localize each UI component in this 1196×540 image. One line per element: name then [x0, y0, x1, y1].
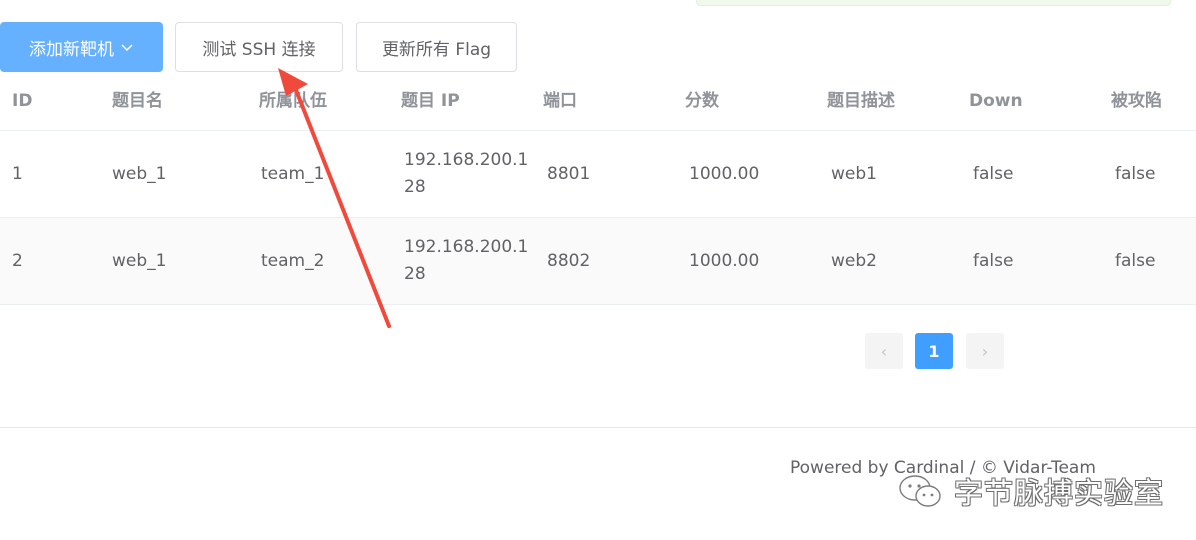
- column-header-ip: 题目 IP: [401, 91, 460, 111]
- cell-ip: 192.168.200.128: [404, 237, 529, 284]
- column-header-team: 所属队伍: [259, 91, 327, 111]
- cell-name: web_1: [112, 164, 167, 184]
- cell-description: web2: [831, 251, 877, 271]
- chevron-right-icon: ›: [981, 341, 989, 361]
- success-alert: [696, 0, 1171, 6]
- pagination-prev-button[interactable]: ‹: [865, 333, 903, 369]
- cell-attacked: false: [1115, 251, 1156, 271]
- cell-id: 1: [12, 164, 23, 184]
- pagination-next-button[interactable]: ›: [966, 333, 1004, 369]
- cell-ip: 192.168.200.128: [404, 150, 529, 197]
- pagination-page-button[interactable]: 1: [915, 333, 953, 369]
- cell-description: web1: [831, 164, 877, 184]
- column-header-description: 题目描述: [827, 91, 895, 111]
- table-row[interactable]: 2 web_1 team_2 192.168.200.128 8802 1000…: [0, 218, 1196, 305]
- cell-score: 1000.00: [689, 251, 760, 271]
- column-header-down: Down: [969, 91, 1023, 111]
- cell-id: 2: [12, 251, 23, 271]
- cell-attacked: false: [1115, 164, 1156, 184]
- cell-port: 8801: [547, 164, 591, 184]
- table-header: ID 题目名 所属队伍 题目 IP 端口 分数 题目描述 Down 被攻陷: [0, 72, 1196, 131]
- chevron-left-icon: ‹: [880, 341, 888, 361]
- wechat-icon: [899, 475, 941, 507]
- cell-name: web_1: [112, 251, 167, 271]
- cell-down: false: [973, 251, 1014, 271]
- column-header-port: 端口: [543, 91, 577, 111]
- cell-score: 1000.00: [689, 164, 760, 184]
- targets-table: ID 题目名 所属队伍 题目 IP 端口 分数 题目描述 Down 被攻陷 1 …: [0, 72, 1196, 305]
- footer-divider: [0, 427, 1196, 428]
- chevron-down-icon: [121, 44, 133, 52]
- column-header-id: ID: [12, 91, 33, 111]
- column-header-score: 分数: [685, 91, 719, 111]
- add-target-dropdown-button[interactable]: 添加新靶机: [0, 22, 163, 72]
- column-header-name: 题目名: [112, 91, 163, 111]
- cell-down: false: [973, 164, 1014, 184]
- add-target-label: 添加新靶机: [29, 39, 114, 60]
- table-row[interactable]: 1 web_1 team_1 192.168.200.128 8801 1000…: [0, 131, 1196, 218]
- cell-port: 8802: [547, 251, 591, 271]
- cell-team: team_2: [261, 251, 325, 271]
- cell-team: team_1: [261, 164, 325, 184]
- watermark: 字节脉搏实验室: [896, 470, 1164, 512]
- test-ssh-label: 测试 SSH 连接: [202, 39, 316, 60]
- test-ssh-button[interactable]: 测试 SSH 连接: [175, 22, 343, 72]
- update-flags-label: 更新所有 Flag: [381, 39, 492, 60]
- column-header-attacked: 被攻陷: [1111, 91, 1162, 111]
- watermark-text: 字节脉搏实验室: [954, 476, 1165, 510]
- update-flags-button[interactable]: 更新所有 Flag: [356, 22, 517, 72]
